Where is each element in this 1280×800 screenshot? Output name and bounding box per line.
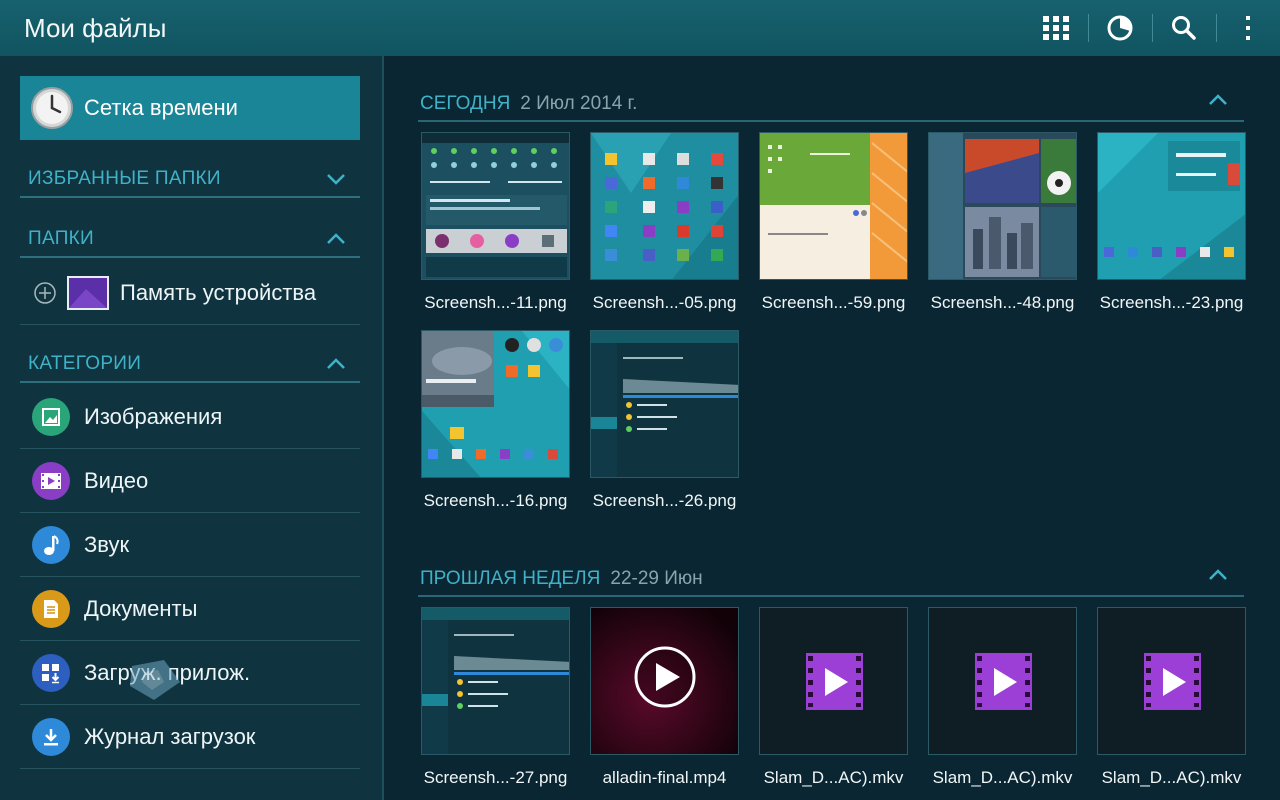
thumbnail [1097,607,1246,755]
video-file-icon [1144,653,1201,710]
thumbnail [421,330,570,478]
file-tile[interactable]: Screensh...-26.png [590,330,739,511]
group-title: СЕГОДНЯ [420,93,511,114]
file-name: Screensh...-16.png [423,491,568,510]
expand-plus-icon[interactable] [33,281,57,305]
group-title: ПРОШЛАЯ НЕДЕЛЯ [420,568,601,589]
video-file-icon [975,653,1032,710]
watermark-logo [130,660,180,700]
category-images[interactable]: Изображения [20,385,360,449]
folders-header-label: ПАПКИ [28,228,94,249]
file-name: Slam_D...AC).mkv [763,768,904,787]
category-download-history[interactable]: Журнал загрузок [20,705,360,769]
category-label: Журнал загрузок [84,723,256,749]
clock-icon [31,87,73,129]
video-icon [32,461,70,500]
more-icon [1246,16,1250,40]
category-documents[interactable]: Документы [20,577,360,641]
thumbnail [928,132,1077,280]
file-tile[interactable]: Screensh...-48.png [928,132,1077,313]
folders-section-header[interactable]: ПАПКИ [20,222,360,258]
video-file-icon [806,653,863,710]
file-tile[interactable]: Slam_D...AC).mkv [928,607,1077,788]
file-name: alladin-final.mp4 [602,768,727,787]
group-date: 22-29 Июн [610,568,703,589]
chevron-up-icon [327,233,345,244]
storage-pie-icon [1107,15,1133,41]
app-title: Мои файлы [24,12,167,43]
images-icon [32,397,70,436]
thumbnail [421,607,570,755]
downloaded-apps-icon [32,653,70,692]
category-label: Звук [84,531,130,557]
device-storage-icon [67,275,109,310]
categories-header-label: КАТЕГОРИИ [28,353,142,374]
sidebar: Сетка времени ИЗБРАННЫЕ ПАПКИ ПАПКИ Памя… [0,56,382,800]
music-icon [32,525,70,564]
chevron-up-icon[interactable] [1208,569,1228,581]
action-bar: Мои файлы [0,0,1280,56]
group-header-last-week[interactable]: ПРОШЛАЯ НЕДЕЛЯ 22-29 Июн [418,563,1244,597]
storage-usage-button[interactable] [1088,0,1152,56]
file-tile[interactable]: Screensh...-16.png [421,330,570,511]
file-name: Slam_D...AC).mkv [932,768,1073,787]
file-name: Screensh...-11.png [424,293,567,312]
more-options-button[interactable] [1216,0,1280,56]
thumbnail [928,607,1077,755]
file-name: Screensh...-27.png [423,768,568,787]
thumbnail [590,607,739,755]
chevron-down-icon [327,174,345,185]
device-memory-label: Память устройства [120,279,317,305]
file-tile[interactable]: Screensh...-27.png [421,607,570,788]
category-label: Видео [84,467,149,493]
file-tile[interactable]: Screensh...-05.png [590,132,739,313]
grid-icon [1043,16,1069,40]
file-name: Screensh...-48.png [930,293,1075,312]
file-tile[interactable]: Screensh...-11.png [421,132,570,313]
thumbnail [759,132,908,280]
device-memory-item[interactable]: Память устройства [20,261,360,325]
file-name: Screensh...-59.png [761,293,906,312]
group-date: 2 Июл 2014 г. [520,93,638,114]
file-name: Screensh...-05.png [592,293,737,312]
favorites-section-header[interactable]: ИЗБРАННЫЕ ПАПКИ [20,162,360,198]
documents-icon [32,589,70,628]
thumbnail [421,132,570,280]
search-icon [1172,16,1196,40]
search-button[interactable] [1152,0,1216,56]
file-tile[interactable]: Slam_D...AC).mkv [1097,607,1246,788]
category-video[interactable]: Видео [20,449,360,513]
thumbnail [1097,132,1246,280]
file-timeline: СЕГОДНЯ 2 Июл 2014 г. Screensh...-11.png [384,56,1280,800]
timeline-label: Сетка времени [84,95,238,120]
group-header-today[interactable]: СЕГОДНЯ 2 Июл 2014 г. [418,88,1244,122]
chevron-up-icon [327,358,345,369]
file-tile[interactable]: Screensh...-59.png [759,132,908,313]
thumbnail [590,330,739,478]
thumbnail [759,607,908,755]
categories-section-header[interactable]: КАТЕГОРИИ [20,347,360,383]
favorites-header-label: ИЗБРАННЫЕ ПАПКИ [28,168,221,189]
category-downloaded-apps[interactable]: Загруж. прилож. [20,641,360,705]
file-tile[interactable]: alladin-final.mp4 [590,607,739,788]
file-tile[interactable]: Slam_D...AC).mkv [759,607,908,788]
grid-view-button[interactable] [1024,0,1088,56]
file-tile[interactable]: Screensh...-23.png [1097,132,1246,313]
category-music[interactable]: Звук [20,513,360,577]
file-name: Screensh...-23.png [1099,293,1244,312]
file-name: Slam_D...AC).mkv [1101,768,1242,787]
thumbnail [590,132,739,280]
chevron-up-icon[interactable] [1208,94,1228,106]
category-label: Документы [84,595,198,621]
category-label: Изображения [84,403,223,429]
timeline-item[interactable]: Сетка времени [20,76,360,140]
file-name: Screensh...-26.png [592,491,737,510]
download-history-icon [32,717,70,756]
